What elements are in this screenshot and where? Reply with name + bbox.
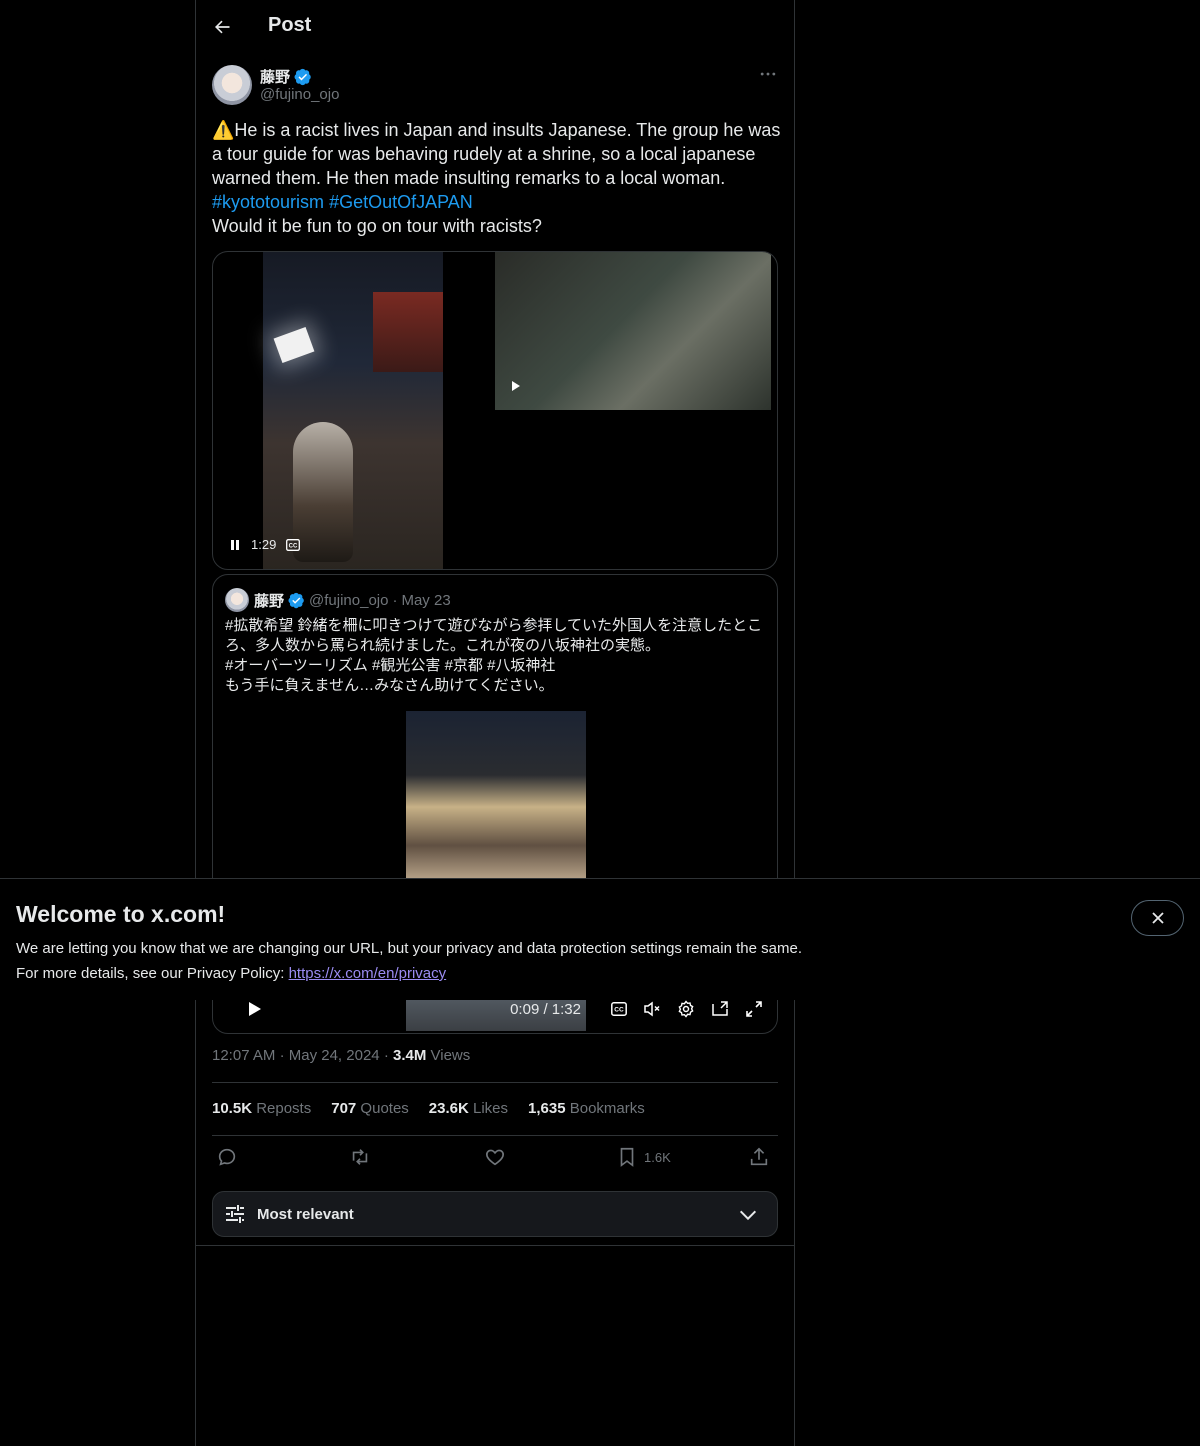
post-video[interactable]: 1:29 CC xyxy=(212,251,778,570)
quote-header: 藤野 @fujino_ojo · May 23 xyxy=(254,590,451,611)
post-text-question: Would it be fun to go on tour with racis… xyxy=(212,216,542,236)
fullscreen-icon[interactable] xyxy=(745,1000,763,1018)
page-title: Post xyxy=(268,14,312,36)
divider xyxy=(212,1135,778,1136)
play-icon[interactable] xyxy=(245,1000,263,1018)
url-change-banner: Welcome to x.com! We are letting you kno… xyxy=(0,878,1200,1000)
quote-author-name[interactable]: 藤野 xyxy=(254,590,284,611)
video-frame-left xyxy=(263,252,443,569)
author-name-row[interactable]: 藤野 xyxy=(260,66,312,87)
sliders-icon xyxy=(223,1202,247,1226)
more-options-icon[interactable] xyxy=(758,64,778,84)
post-time[interactable]: 12:07 AM xyxy=(212,1047,275,1064)
bookmark-icon xyxy=(620,1147,634,1167)
page-header: Post xyxy=(196,0,794,54)
quote-separator: · xyxy=(392,592,398,609)
banner-close-button[interactable] xyxy=(1131,900,1184,936)
sort-label: Most relevant xyxy=(257,1205,354,1223)
svg-text:CC: CC xyxy=(614,1007,624,1014)
banner-line2-prefix: For more details, see our Privacy Policy… xyxy=(16,965,289,982)
post-date[interactable]: May 24, 2024 xyxy=(289,1047,380,1064)
author-handle[interactable]: @fujino_ojo xyxy=(260,86,339,103)
bookmark-count: 1.6K xyxy=(644,1149,671,1165)
engagement-stats: 10.5K Reposts 707 Quotes 23.6K Likes 1,6… xyxy=(212,1100,645,1117)
bookmark-button[interactable]: 1.6K xyxy=(616,1146,671,1168)
svg-text:CC: CC xyxy=(289,543,298,549)
divider xyxy=(212,1082,778,1083)
reply-sort-dropdown[interactable]: Most relevant xyxy=(212,1191,778,1237)
close-icon xyxy=(1151,912,1164,924)
main-column: Post 藤野 @fujino_ojo ⚠️He is a racist liv… xyxy=(195,0,795,1446)
quote-author-handle[interactable]: @fujino_ojo xyxy=(309,592,388,609)
bookmarks-stat[interactable]: 1,635 Bookmarks xyxy=(528,1100,645,1117)
shrine-roof-shape xyxy=(373,292,443,372)
video-controls: 1:29 CC xyxy=(229,537,301,552)
banner-line1: We are letting you know that we are chan… xyxy=(16,940,802,957)
share-icon[interactable] xyxy=(748,1146,770,1168)
verified-badge-icon xyxy=(288,592,304,609)
quote-date[interactable]: May 23 xyxy=(401,592,450,609)
author-avatar[interactable] xyxy=(212,65,252,105)
privacy-policy-link[interactable]: https://x.com/en/privacy xyxy=(289,965,447,982)
captions-icon[interactable]: CC xyxy=(286,538,301,551)
lamp-shape xyxy=(273,326,315,364)
action-bar: 1.6K xyxy=(212,1146,778,1174)
dock-video-icon[interactable] xyxy=(711,1000,729,1018)
muted-volume-icon[interactable] xyxy=(643,1000,661,1018)
post-text-body: ⚠️He is a racist lives in Japan and insu… xyxy=(212,120,781,188)
likes-stat[interactable]: 23.6K Likes xyxy=(429,1100,508,1117)
post-text: ⚠️He is a racist lives in Japan and insu… xyxy=(212,118,782,238)
meta-separator: · xyxy=(383,1047,389,1064)
verified-badge-icon xyxy=(294,68,311,85)
people-shape xyxy=(293,422,353,562)
repost-icon[interactable] xyxy=(349,1146,371,1168)
hashtag-getoutofjapan[interactable]: #GetOutOfJAPAN xyxy=(329,192,473,212)
views-label: Views xyxy=(426,1047,471,1064)
quotes-stat[interactable]: 707 Quotes xyxy=(331,1100,409,1117)
banner-text: We are letting you know that we are chan… xyxy=(16,936,802,986)
reposts-stat[interactable]: 10.5K Reposts xyxy=(212,1100,311,1117)
video-duration: 1:29 xyxy=(251,537,277,552)
chevron-down-icon xyxy=(737,1204,759,1231)
author-name[interactable]: 藤野 xyxy=(260,66,290,87)
quote-video-time: 0:09 / 1:32 xyxy=(510,1000,581,1018)
banner-title: Welcome to x.com! xyxy=(16,901,226,927)
quote-text: #拡散希望 鈴緒を柵に叩きつけて遊びながら参拝していた外国人を注意したところ、多… xyxy=(225,617,763,694)
meta-separator: · xyxy=(279,1047,285,1064)
video-frame-right xyxy=(495,252,771,410)
hashtag-kyototourism[interactable]: #kyototourism xyxy=(212,192,324,212)
views-count: 3.4M xyxy=(392,1047,427,1064)
reply-icon[interactable] xyxy=(216,1146,238,1168)
captions-icon[interactable]: CC xyxy=(611,1002,627,1016)
play-small-icon[interactable] xyxy=(507,378,523,394)
post-meta: 12:07 AM · May 24, 2024 · 3.4M Views xyxy=(212,1047,470,1064)
divider xyxy=(196,1245,794,1246)
back-arrow-icon[interactable] xyxy=(212,17,232,37)
settings-gear-icon[interactable] xyxy=(677,1000,695,1018)
quote-author-avatar[interactable] xyxy=(225,588,249,612)
pause-icon[interactable] xyxy=(229,539,241,551)
like-heart-icon[interactable] xyxy=(484,1146,506,1168)
